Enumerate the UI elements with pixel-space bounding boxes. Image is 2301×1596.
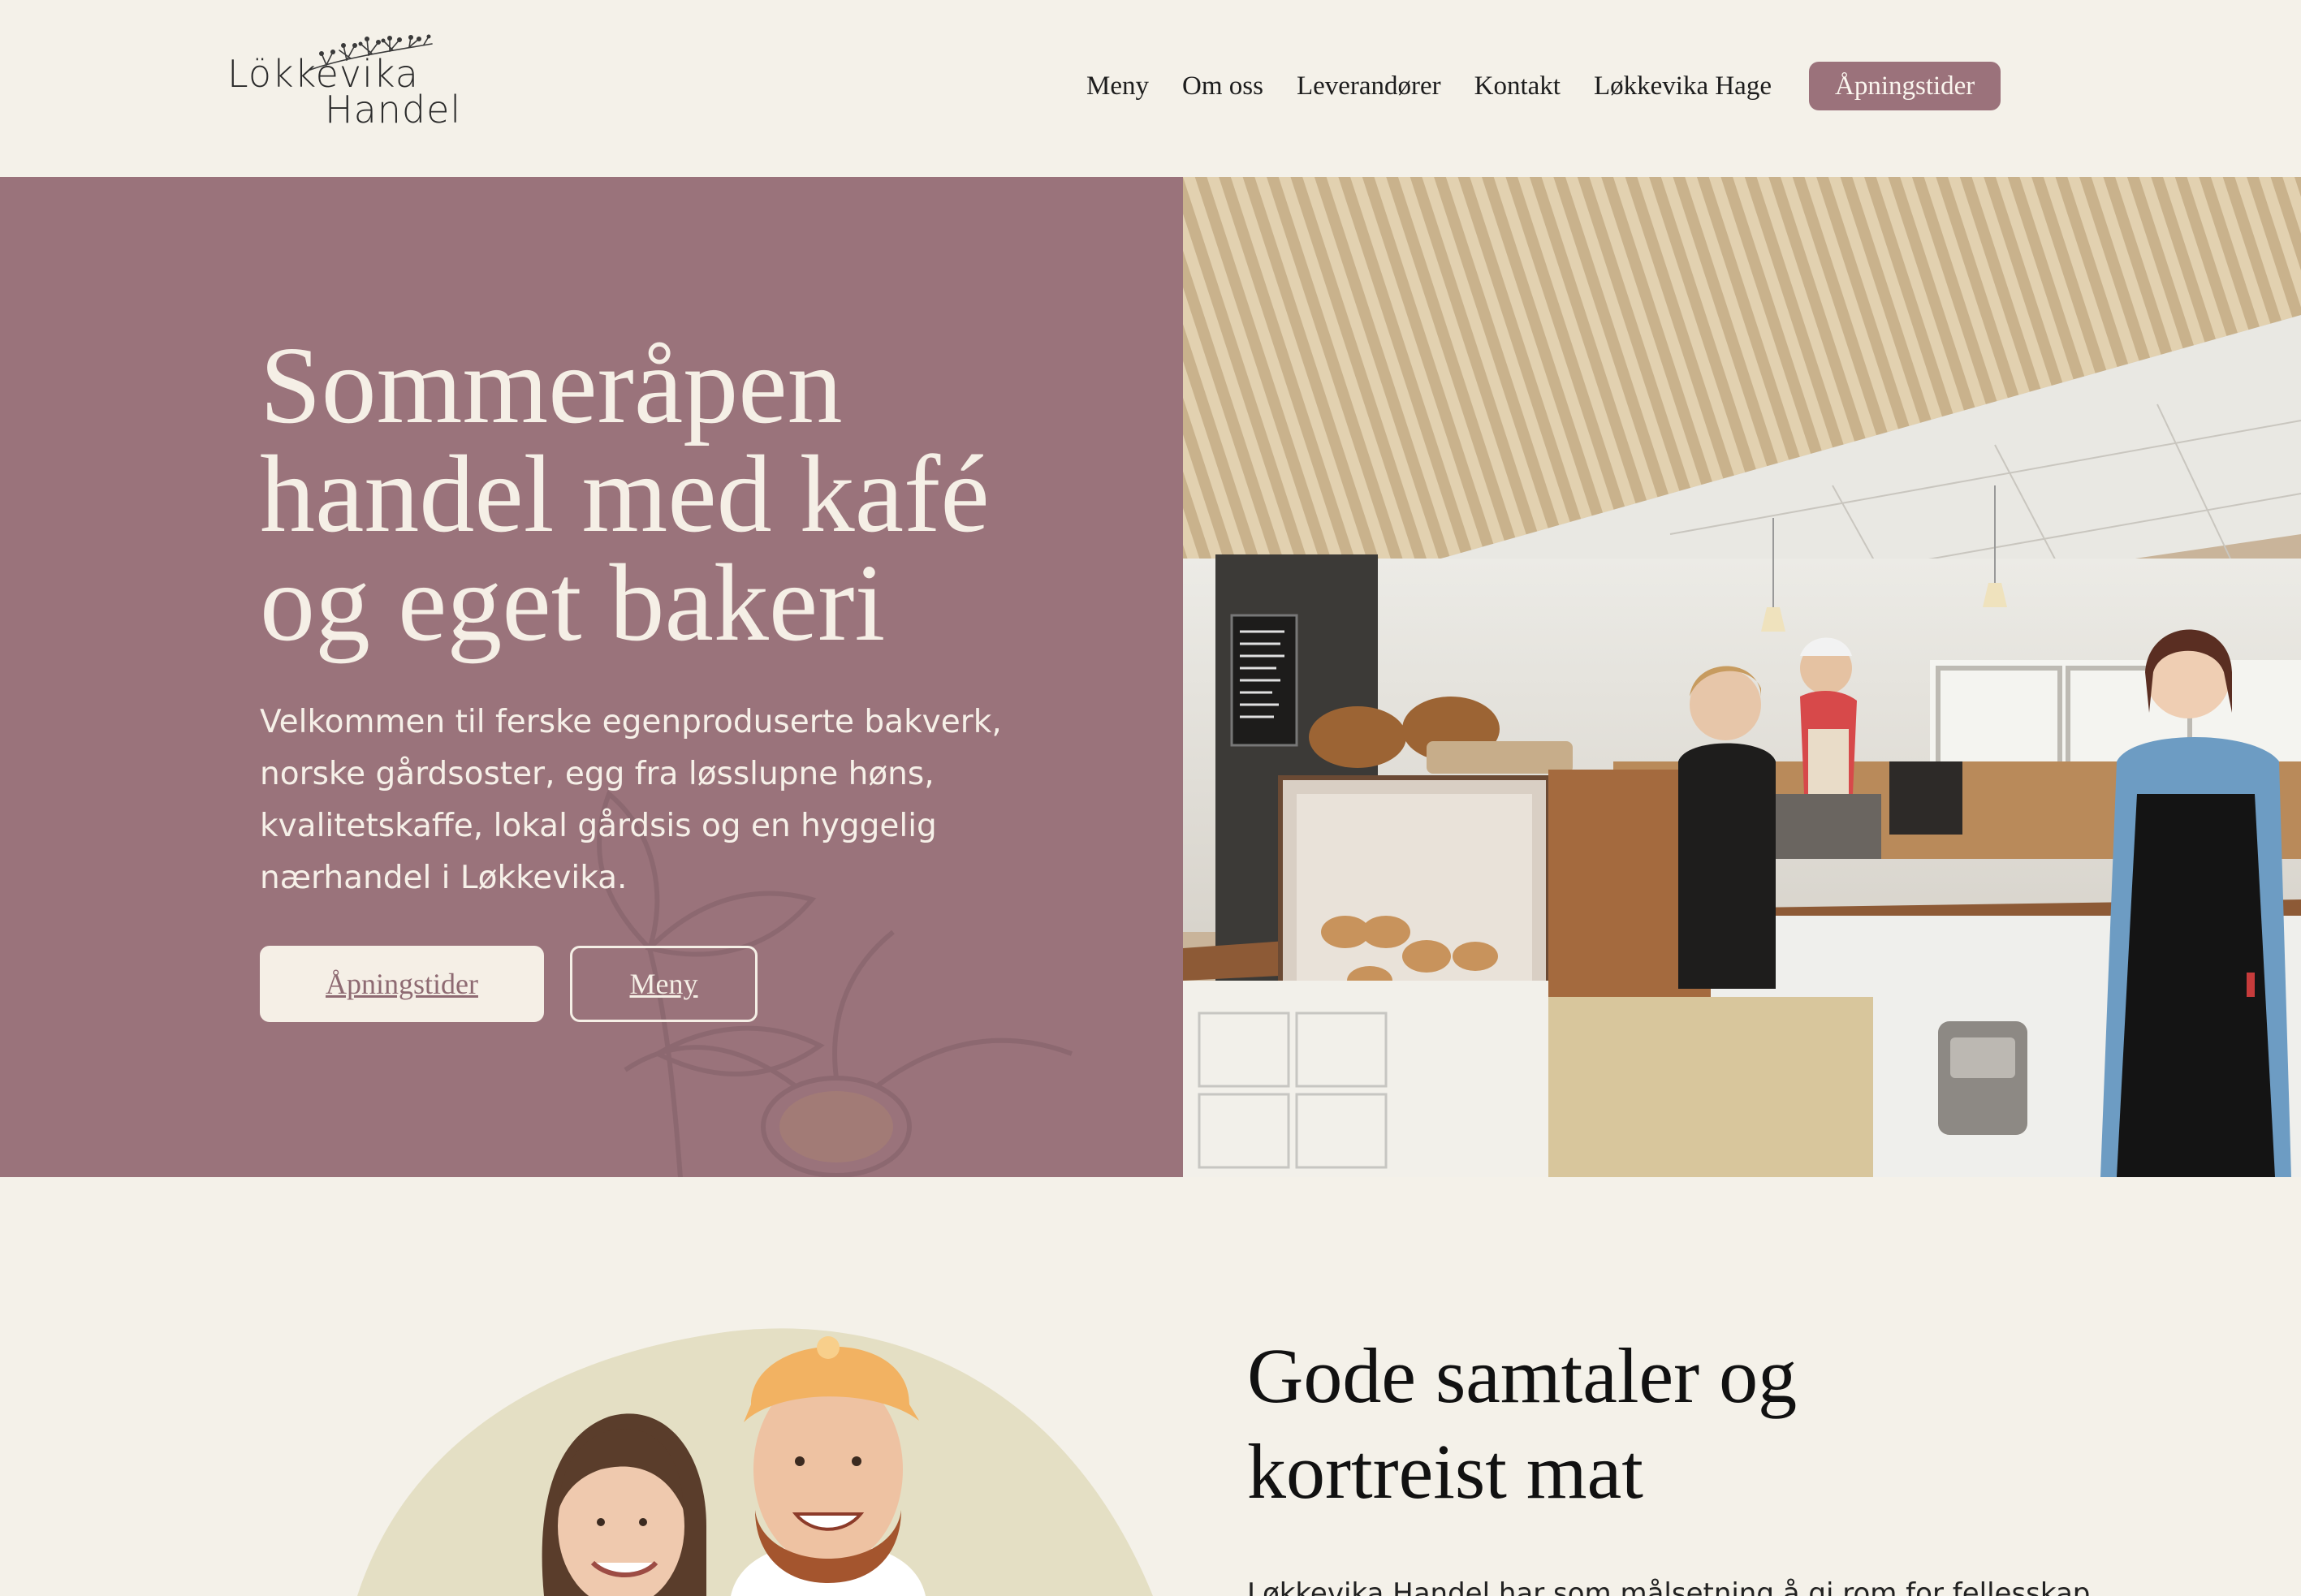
hero-description: Velkommen til ferske egenproduserte bakv… [260,697,1104,904]
owners-portrait-photo [341,1266,1250,1596]
hero-description-line: norske gårdsoster, egg fra løsslupne høn… [260,756,935,792]
main-nav: Meny Om oss Leverandører Kontakt Løkkevi… [1086,62,2001,110]
logo[interactable]: Lökkevika Handel [224,34,460,132]
hero-heading-line: handel med kafé [260,434,990,555]
hero-description-line: Velkommen til ferske egenproduserte bakv… [260,704,1002,740]
about-heading: Gode samtaler og kortreist mat [1247,1328,1797,1520]
cafe-interior-photo [1183,177,2301,1177]
nav-link-meny[interactable]: Meny [1086,71,1149,101]
hero-section: Sommeråpen handel med kafé og eget baker… [0,177,2301,1177]
about-description: Løkkevika Handel har som målsetning å gi… [1247,1577,2091,1596]
nav-link-lokkevika-hage[interactable]: Løkkevika Hage [1594,71,1772,101]
opening-hours-button[interactable]: Åpningstider [260,946,544,1022]
nav-link-om-oss[interactable]: Om oss [1182,71,1263,101]
about-heading-line: Gode samtaler og [1247,1332,1798,1419]
hero-heading-line: og eget bakeri [260,542,886,664]
logo-text-line2: Handel [325,88,462,132]
cafe-interior-illustration [1183,177,2301,1177]
hero-heading: Sommeråpen handel med kafé og eget baker… [260,325,1153,664]
nav-link-leverandorer[interactable]: Leverandører [1297,71,1441,101]
hero-description-line: kvalitetskaffe, lokal gårdsis og en hygg… [260,808,937,844]
hero-heading-line: Sommeråpen [260,325,843,446]
hero-description-line: nærhandel i Løkkevika. [260,860,628,896]
hero-text-panel: Sommeråpen handel med kafé og eget baker… [0,177,1183,1177]
opening-hours-nav-button[interactable]: Åpningstider [1808,62,2001,110]
menu-button[interactable]: Meny [570,946,758,1022]
site-header: Lökkevika Handel Meny Om oss Leverandøre… [0,0,2301,177]
about-heading-line: kortreist mat [1247,1428,1643,1515]
owners-portrait-illustration [357,1328,1153,1596]
nav-link-kontakt[interactable]: Kontakt [1474,71,1561,101]
